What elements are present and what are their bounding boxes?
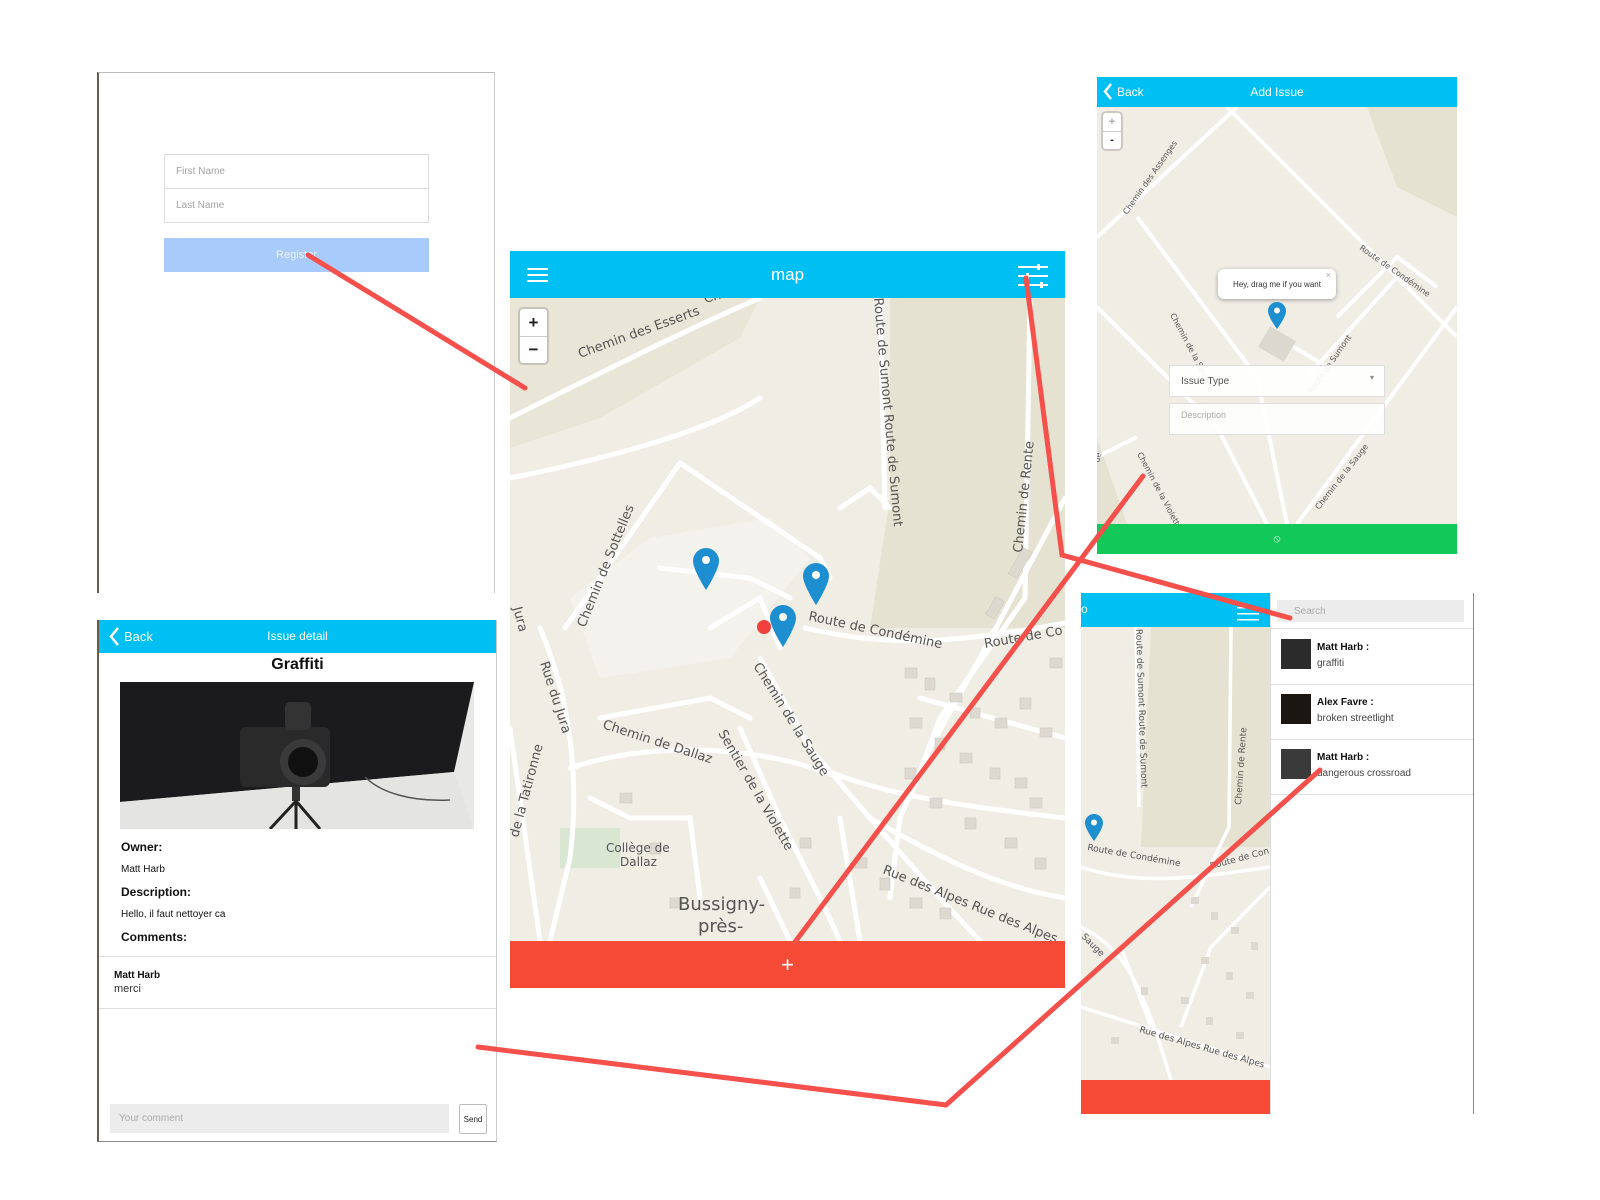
register-button-label: Register: [276, 249, 317, 261]
zoom-in-button[interactable]: +: [520, 309, 547, 337]
map-label-rue-du-jura: Rue du Jura: [536, 660, 573, 736]
description-label: Description:: [121, 885, 192, 899]
add-issue-map[interactable]: Chemin des Assenges Route de Condémine C…: [1097, 107, 1457, 524]
underlying-map-panel: o Route de Sumont Route de Sumont Chemin…: [1081, 593, 1270, 1114]
map-view[interactable]: Chemin des Esserts Chem Route de Sumont …: [510, 298, 1065, 941]
issue-list: Matt Harb : graffiti Alex Favre : broken…: [1271, 628, 1473, 795]
map-label-college: Collège de: [606, 841, 670, 855]
issue-list-panel: Search Matt Harb : graffiti Alex Favre :…: [1270, 593, 1473, 1114]
screen-flow-canvas: { "register": { "first_name_placeholder"…: [0, 0, 1600, 1200]
filter-sliders-icon[interactable]: [1018, 264, 1048, 288]
issue-type-select[interactable]: Issue Type ▾: [1169, 365, 1385, 397]
map-label-chemin-de-dallaz: Chemin de Dallaz: [601, 718, 715, 768]
drag-tooltip: Hey, drag me if you want ×: [1218, 269, 1336, 299]
comments-label: Comments:: [121, 930, 188, 944]
zoom-in-button[interactable]: +: [1103, 113, 1121, 132]
map-label-sauge-2: Chemin de la Sauge: [1313, 442, 1370, 511]
owner-label: Owner:: [121, 840, 163, 854]
list-item[interactable]: Alex Favre : broken streetlight: [1271, 684, 1473, 740]
current-location-dot: [757, 620, 771, 634]
list-item[interactable]: Matt Harb : dangerous crossroad: [1271, 739, 1473, 795]
last-name-field[interactable]: Last Name: [164, 188, 429, 223]
map-marker-icon[interactable]: [1085, 814, 1105, 842]
submit-issue-bar[interactable]: ⦸: [1097, 524, 1457, 554]
description-value: Hello, il faut nettoyer ca: [121, 909, 226, 920]
last-name-placeholder: Last Name: [176, 200, 225, 211]
sliders-icon[interactable]: [1237, 605, 1259, 621]
header-fragment: o: [1081, 602, 1088, 616]
map-label-sentier-violette: Sentier de la Violette: [715, 728, 796, 854]
add-issue-zoom-control: + -: [1103, 113, 1121, 149]
issue-type-placeholder: Issue Type: [1181, 375, 1230, 387]
drag-tooltip-text: Hey, drag me if you want: [1233, 279, 1321, 289]
issue-list-screen: o Route de Sumont Route de Sumont Chemin…: [1081, 593, 1474, 1114]
map-label-dallaz: Dallaz: [620, 855, 657, 869]
owner-value: Matt Harb: [121, 864, 165, 875]
comment-author: Matt Harb: [114, 970, 161, 981]
comment-text: merci: [114, 983, 141, 995]
map-title: map: [770, 265, 805, 284]
zoom-out-button[interactable]: -: [1103, 132, 1121, 149]
map-marker-icon[interactable]: [803, 563, 833, 607]
issue-detail-header: Back Issue detail: [99, 620, 496, 653]
submit-icon: ⦸: [1273, 532, 1281, 545]
list-item-text: dangerous crossroad: [1317, 768, 1411, 779]
tooltip-close-icon[interactable]: ×: [1326, 270, 1331, 280]
search-input[interactable]: Search: [1277, 600, 1464, 622]
map-marker-icon[interactable]: [693, 548, 723, 592]
chevron-down-icon: ▾: [1369, 373, 1374, 382]
list-item-text: graffiti: [1317, 658, 1345, 669]
comment-input[interactable]: Your comment: [110, 1104, 449, 1133]
map-zoom-control: + −: [520, 309, 547, 363]
add-issue-bar[interactable]: [1081, 1080, 1270, 1114]
map-label-condemine: Route de Condémine: [1358, 242, 1432, 298]
map-marker-icon[interactable]: [1268, 302, 1288, 330]
add-issue-header: Back Add Issue: [1097, 77, 1457, 107]
add-issue-title: Add Issue: [1250, 85, 1304, 99]
map-label-route-sumont: Route de Sumont Route de Sumont: [1133, 629, 1149, 789]
send-label: Send: [463, 1114, 483, 1124]
underlying-header: o: [1081, 593, 1270, 627]
register-button[interactable]: Register: [164, 238, 429, 272]
issue-title: Graffiti: [271, 656, 324, 673]
list-item-author: Matt Harb :: [1317, 642, 1370, 653]
map-label-bussigny: Bussigny-: [678, 894, 765, 915]
description-field[interactable]: Description: [1169, 403, 1385, 435]
issue-thumbnail: [1281, 639, 1311, 669]
list-item[interactable]: Matt Harb : graffiti: [1271, 629, 1473, 685]
issue-thumbnail: [1281, 749, 1311, 779]
map-label-assenges: Chemin des Assenges: [1121, 139, 1179, 216]
issue-detail-title: Issue detail: [267, 629, 328, 643]
comment-placeholder: Your comment: [119, 1113, 184, 1124]
map-label-pres: près-: [698, 916, 743, 937]
list-item-author: Matt Harb :: [1317, 752, 1370, 763]
map-label-jura: Jura: [510, 604, 530, 633]
map-label-rue-des-alpes: Rue des Alpes Rue des Alpes: [1138, 1025, 1266, 1070]
add-issue-screen: Back Add Issue Chemin des Assenges Route…: [1097, 77, 1457, 554]
underlying-map: Route de Sumont Route de Sumont Chemin d…: [1081, 627, 1270, 1080]
register-screen: First Name Last Name Register: [97, 72, 495, 593]
issue-photo: [120, 682, 474, 829]
map-header: map: [510, 251, 1065, 298]
comment-list: Matt Harb merci: [99, 956, 496, 1009]
description-placeholder: Description: [1181, 410, 1227, 420]
search-placeholder: Search: [1294, 605, 1326, 617]
zoom-out-button[interactable]: −: [520, 337, 547, 363]
issue-thumbnail: [1281, 694, 1311, 724]
first-name-field[interactable]: First Name: [164, 154, 429, 189]
issue-detail-screen: Back Issue detail Graffiti Owner: Matt H…: [97, 620, 497, 1142]
map-label-violette: Chemin de la Violette: [1135, 451, 1183, 524]
first-name-placeholder: First Name: [176, 166, 225, 177]
map-marker-icon[interactable]: [770, 605, 800, 649]
map-screen: map Chemin des Esserts Route de Sumont R…: [510, 251, 1065, 988]
plus-icon: +: [781, 951, 794, 977]
add-issue-bar[interactable]: +: [510, 941, 1065, 988]
send-button[interactable]: Send: [459, 1104, 487, 1134]
list-item-author: Alex Favre :: [1317, 697, 1374, 708]
list-item-text: broken streetlight: [1317, 713, 1394, 724]
